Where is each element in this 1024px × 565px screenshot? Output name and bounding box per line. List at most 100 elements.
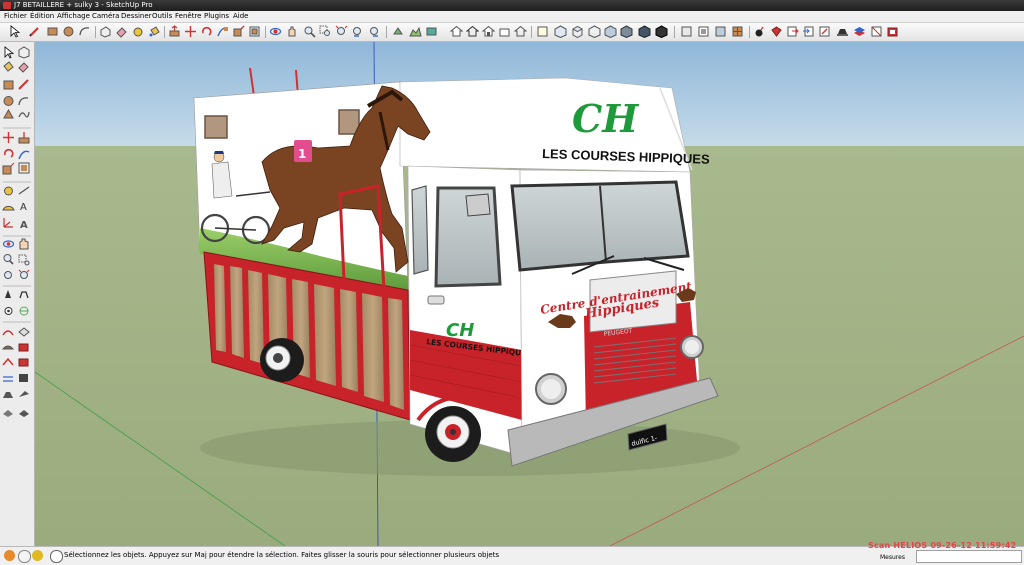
text-icon: A <box>20 202 27 213</box>
rotate-icon[interactable] <box>200 25 213 38</box>
layer-tool-icon[interactable] <box>853 25 866 38</box>
house-icon-5[interactable] <box>514 25 527 38</box>
drawing-viewport[interactable]: 1 CH LES COURSES HIPPIQUES PEUGEOT dulfi… <box>35 42 1024 546</box>
measurements-input[interactable] <box>916 550 1022 563</box>
help-icon[interactable] <box>50 550 63 563</box>
make-component-icon <box>18 46 30 59</box>
sketchy-icon <box>3 392 13 398</box>
rectangle-icon <box>3 80 14 90</box>
menu-dessiner[interactable]: Dessiner <box>121 12 152 21</box>
svg-text:A: A <box>20 220 28 231</box>
sandbox-icon[interactable] <box>536 25 549 38</box>
scale-icon[interactable] <box>232 25 245 38</box>
import-icon[interactable] <box>802 25 815 38</box>
walk-icon <box>19 291 29 299</box>
menu-outils[interactable]: Outils <box>152 12 172 21</box>
follow-me-icon[interactable] <box>216 25 229 38</box>
previous-view-icon[interactable] <box>351 25 364 38</box>
dimension-icon <box>18 186 30 195</box>
select-tool-icon <box>4 46 15 59</box>
back-view-icon[interactable] <box>620 25 633 38</box>
bomb-icon[interactable] <box>753 25 766 38</box>
house-icon-4[interactable] <box>498 25 511 38</box>
paint-bucket-icon[interactable] <box>148 25 161 38</box>
offset-icon[interactable] <box>248 25 261 38</box>
look-around-icon <box>4 307 13 315</box>
hat-icon[interactable] <box>836 25 849 38</box>
menu-edition[interactable]: Édition <box>30 12 54 21</box>
pan-icon[interactable] <box>285 25 298 38</box>
svg-text:A: A <box>20 202 27 213</box>
zoom-icon[interactable] <box>303 25 316 38</box>
window-title: J7 BETAILLERE + sulky 3 - SketchUp Pro <box>14 1 153 9</box>
zoom-icon <box>3 254 14 265</box>
section-plane-icon <box>19 306 29 316</box>
credits-icon[interactable] <box>18 550 31 563</box>
zoom-window-icon[interactable] <box>319 25 332 38</box>
line-icon <box>18 79 29 90</box>
axes-icon <box>3 218 13 228</box>
toggle-terrain-icon[interactable] <box>409 25 422 38</box>
protractor-icon <box>2 205 15 211</box>
menu-affichage[interactable]: Affichage <box>57 12 90 21</box>
add-location-icon[interactable] <box>392 25 405 38</box>
push-pull-icon[interactable] <box>168 25 181 38</box>
push-pull-icon <box>18 132 30 144</box>
model-scene: 1 CH LES COURSES HIPPIQUES PEUGEOT dulfi… <box>35 42 1024 546</box>
menu-aide[interactable]: Aide <box>233 12 248 21</box>
wireframe-style-icon[interactable] <box>680 25 693 38</box>
measurements-label: Mesures <box>880 554 905 561</box>
next-view-icon[interactable] <box>368 25 381 38</box>
textured-style-icon[interactable] <box>731 25 744 38</box>
left-toolbar: A A <box>0 42 35 546</box>
pan-icon <box>19 238 29 250</box>
menu-bar: Fichier Édition Affichage Caméra Dessine… <box>0 11 1024 23</box>
eraser-icon[interactable] <box>115 25 128 38</box>
arc-icon[interactable] <box>78 25 91 38</box>
export-icon[interactable] <box>786 25 799 38</box>
zoom-window-icon <box>18 254 30 266</box>
pencil-line-icon[interactable] <box>28 25 41 38</box>
make-component-icon[interactable] <box>99 25 112 38</box>
house-icon-3[interactable] <box>482 25 495 38</box>
select-tool-icon[interactable] <box>8 25 21 38</box>
section-plane-icon[interactable] <box>870 25 883 38</box>
warehouse-icon[interactable] <box>886 25 899 38</box>
layer-tool-icon <box>3 410 13 417</box>
xray-icon[interactable] <box>655 25 668 38</box>
hidden-line-style-icon[interactable] <box>697 25 710 38</box>
circle-icon[interactable] <box>62 25 75 38</box>
house-icon-2[interactable] <box>466 25 479 38</box>
ruby-plugin-icon[interactable] <box>770 25 783 38</box>
offset-icon <box>18 162 30 174</box>
move-icon[interactable] <box>184 25 197 38</box>
arc-icon <box>18 97 29 106</box>
house-icon[interactable] <box>450 25 463 38</box>
iso-view-icon[interactable] <box>554 25 567 38</box>
drape-icon <box>2 357 14 366</box>
flip-edge-icon <box>3 376 13 382</box>
rectangle-icon[interactable] <box>46 25 59 38</box>
front-view-icon[interactable] <box>588 25 601 38</box>
saddle-number: 1 <box>298 147 306 161</box>
follow-me-icon <box>18 150 30 160</box>
tape-measure-icon <box>4 186 13 196</box>
tape-measure-icon[interactable] <box>132 25 145 38</box>
info-icon[interactable] <box>32 550 43 561</box>
zoom-extents-icon[interactable] <box>335 25 348 38</box>
menu-plugins[interactable]: Plugins <box>204 12 229 21</box>
photo-textures-icon[interactable] <box>425 25 438 38</box>
edit-icon[interactable] <box>818 25 831 38</box>
left-toolbar-tools[interactable]: A A <box>0 42 34 546</box>
orbit-icon[interactable] <box>269 25 282 38</box>
menu-fichier[interactable]: Fichier <box>4 12 27 21</box>
menu-camera[interactable]: Caméra <box>92 12 119 21</box>
left-view-icon[interactable] <box>638 25 651 38</box>
right-view-icon[interactable] <box>604 25 617 38</box>
geolocation-icon[interactable] <box>4 550 15 561</box>
extension-icon <box>19 391 29 397</box>
shaded-style-icon[interactable] <box>714 25 727 38</box>
top-view-icon[interactable] <box>571 25 584 38</box>
menu-fenetre[interactable]: Fenêtre <box>175 12 201 21</box>
rotate-icon <box>3 148 14 158</box>
